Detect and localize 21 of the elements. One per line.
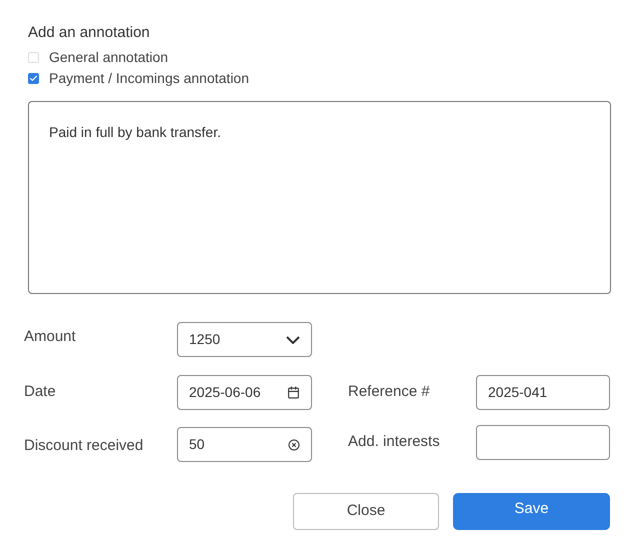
discount-field[interactable]: 50 xyxy=(177,427,312,462)
form-title: Add an annotation xyxy=(28,24,151,42)
field-label: Discount received xyxy=(24,436,144,456)
date-field[interactable]: 2025-06-06 xyxy=(177,375,312,410)
clear-icon[interactable] xyxy=(288,438,300,450)
field-label: Amount xyxy=(24,327,77,348)
chevron-down-icon xyxy=(286,336,300,344)
calendar-icon[interactable] xyxy=(287,386,300,399)
save-button[interactable]: Save xyxy=(453,493,610,530)
field-label: Reference # xyxy=(348,382,431,402)
reference-field[interactable]: 2025-041 xyxy=(476,375,610,410)
checkbox-label: General annotation xyxy=(49,48,168,66)
amount-select[interactable]: 1250 xyxy=(177,322,312,357)
close-button[interactable]: Close xyxy=(293,493,439,530)
checkbox[interactable] xyxy=(28,52,39,62)
interests-field[interactable] xyxy=(476,425,610,460)
field-label: Add. interests xyxy=(348,432,441,452)
checkbox-label: Payment / Incomings annotation xyxy=(49,69,250,87)
note-textarea[interactable]: Paid in full by bank transfer. xyxy=(28,101,611,294)
checkbox[interactable] xyxy=(28,72,39,84)
field-label: Date xyxy=(24,382,57,402)
